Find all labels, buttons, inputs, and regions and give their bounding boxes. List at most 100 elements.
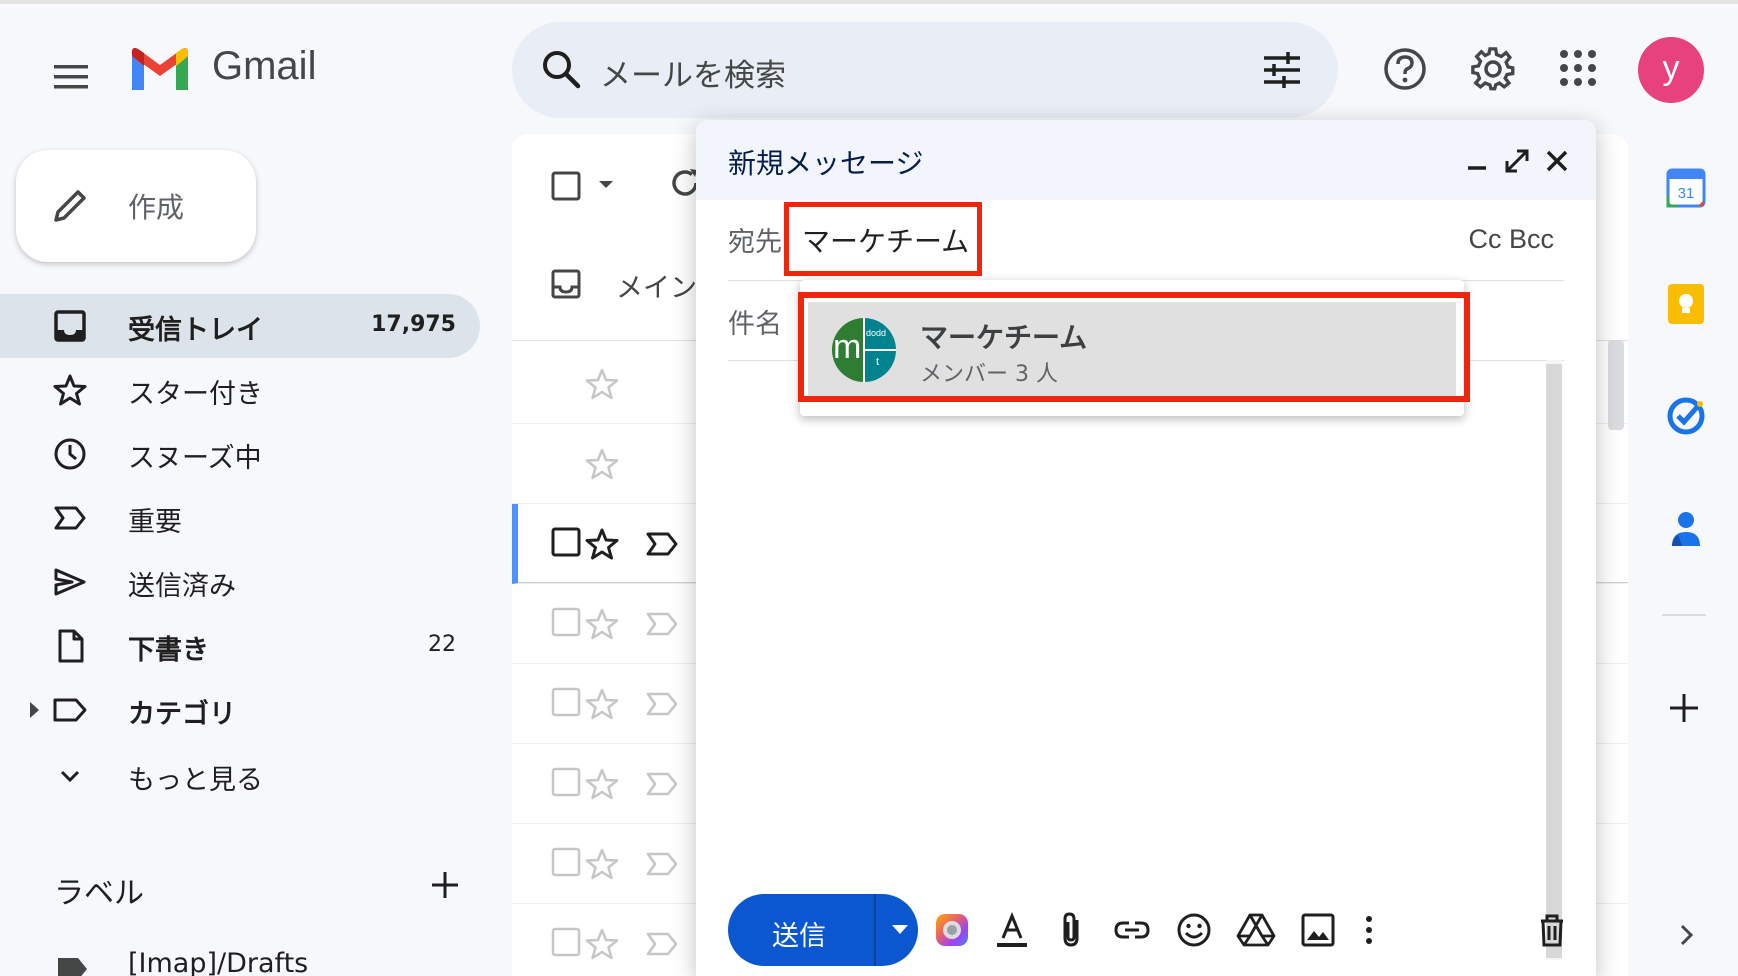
sidebar-item-important[interactable]: 重要 bbox=[0, 486, 480, 550]
contacts-icon[interactable] bbox=[1664, 506, 1708, 550]
send-label: 送信 bbox=[772, 921, 826, 952]
sidebar-item-starred[interactable]: スター付き bbox=[0, 358, 480, 422]
compose-header[interactable]: 新規メッセージ bbox=[696, 120, 1596, 200]
sidebar-item-label: スヌーズ中 bbox=[128, 443, 262, 474]
send-icon bbox=[52, 564, 88, 600]
star-icon[interactable] bbox=[584, 366, 620, 402]
trash-icon[interactable] bbox=[1532, 910, 1572, 950]
gmail-logo-icon[interactable] bbox=[128, 46, 192, 94]
chevron-right-icon[interactable] bbox=[1670, 918, 1704, 952]
row-checkbox[interactable] bbox=[550, 766, 582, 798]
suggestion-highlight bbox=[798, 292, 1470, 402]
compose-label: 作成 bbox=[128, 191, 185, 224]
window-top-border bbox=[0, 0, 1738, 4]
help-icon[interactable] bbox=[1382, 46, 1428, 92]
star-icon[interactable] bbox=[584, 766, 620, 802]
account-avatar[interactable]: y bbox=[1638, 37, 1704, 103]
file-icon bbox=[52, 628, 88, 664]
drafts-count: 22 bbox=[428, 632, 456, 657]
important-icon[interactable] bbox=[644, 526, 680, 562]
send-options-caret-icon[interactable] bbox=[892, 925, 908, 934]
tasks-icon[interactable] bbox=[1664, 394, 1708, 438]
row-checkbox[interactable] bbox=[550, 846, 582, 878]
sidebar-item-label: もっと見る bbox=[128, 765, 263, 796]
important-icon[interactable] bbox=[644, 606, 680, 642]
more-options-icon[interactable] bbox=[1354, 910, 1384, 950]
to-field-highlight bbox=[784, 202, 982, 276]
keep-icon[interactable] bbox=[1664, 282, 1708, 326]
app-name[interactable]: Gmail bbox=[212, 44, 316, 89]
mail-list-scrollbar[interactable] bbox=[1608, 340, 1624, 430]
sidebar-item-label: 受信トレイ bbox=[128, 315, 263, 346]
sidebar-item-label: カテゴリ bbox=[128, 699, 236, 730]
pencil-icon bbox=[50, 186, 90, 226]
chevron-down-icon bbox=[52, 758, 88, 794]
expand-icon[interactable] bbox=[1502, 146, 1532, 176]
sidebar-item-sent[interactable]: 送信済み bbox=[0, 550, 480, 614]
search-bar[interactable]: メールを検索 bbox=[512, 22, 1338, 118]
row-checkbox[interactable] bbox=[550, 606, 582, 638]
side-panel-divider bbox=[1662, 614, 1706, 616]
tab-primary[interactable]: メイン bbox=[616, 266, 697, 305]
expand-caret-icon[interactable] bbox=[30, 702, 39, 718]
link-icon[interactable] bbox=[1112, 910, 1152, 950]
search-options-icon[interactable] bbox=[1260, 48, 1304, 92]
main-menu-icon[interactable] bbox=[50, 55, 94, 99]
ai-assist-icon[interactable] bbox=[932, 910, 972, 950]
cc-bcc-link[interactable]: Cc Bcc bbox=[1468, 224, 1554, 255]
drive-icon[interactable] bbox=[1236, 910, 1276, 950]
settings-gear-icon[interactable] bbox=[1470, 46, 1516, 92]
attachment-icon[interactable] bbox=[1052, 910, 1092, 950]
sidebar-item-label: 送信済み bbox=[128, 571, 236, 602]
sidebar-item-drafts[interactable]: 下書き 22 bbox=[0, 614, 480, 678]
star-icon[interactable] bbox=[584, 526, 620, 562]
select-all-checkbox[interactable] bbox=[550, 170, 582, 202]
important-icon[interactable] bbox=[644, 686, 680, 722]
star-icon[interactable] bbox=[584, 926, 620, 962]
subject-field[interactable]: 件名 bbox=[728, 302, 782, 341]
compose-button[interactable]: 作成 bbox=[16, 150, 256, 262]
clock-icon bbox=[52, 436, 88, 472]
sidebar-item-inbox[interactable]: 受信トレイ 17,975 bbox=[0, 294, 480, 358]
star-icon[interactable] bbox=[584, 846, 620, 882]
to-label: 宛先 bbox=[728, 227, 782, 258]
insert-photo-icon[interactable] bbox=[1298, 910, 1338, 950]
important-icon bbox=[52, 500, 88, 536]
star-icon[interactable] bbox=[584, 446, 620, 482]
label-item-name: [Imap]/Drafts bbox=[128, 948, 309, 976]
label-item-imap-drafts[interactable]: [Imap]/Drafts bbox=[0, 944, 480, 976]
sidebar-item-label: 重要 bbox=[128, 507, 182, 538]
important-icon[interactable] bbox=[644, 926, 680, 962]
body-scrollbar[interactable] bbox=[1546, 364, 1562, 958]
star-icon[interactable] bbox=[584, 686, 620, 722]
svg-text:31: 31 bbox=[1678, 185, 1695, 202]
select-caret-icon[interactable] bbox=[596, 178, 616, 192]
sidebar-item-label: スター付き bbox=[128, 379, 263, 410]
minimize-icon[interactable] bbox=[1462, 146, 1492, 176]
close-icon[interactable] bbox=[1542, 146, 1572, 176]
label-icon bbox=[52, 692, 88, 728]
row-checkbox[interactable] bbox=[550, 686, 582, 718]
sidebar-item-more[interactable]: もっと見る bbox=[0, 744, 480, 808]
row-checkbox[interactable] bbox=[550, 526, 582, 558]
sidebar-item-snoozed[interactable]: スヌーズ中 bbox=[0, 422, 480, 486]
search-input[interactable]: メールを検索 bbox=[600, 50, 786, 95]
inbox-icon bbox=[52, 308, 88, 344]
add-addon-icon[interactable] bbox=[1664, 688, 1704, 728]
important-icon[interactable] bbox=[644, 846, 680, 882]
label-filled-icon bbox=[56, 952, 90, 976]
add-label-icon[interactable] bbox=[428, 868, 462, 902]
send-button[interactable]: 送信 bbox=[728, 894, 918, 966]
labels-heading: ラベル bbox=[54, 876, 144, 911]
compose-title: 新規メッセージ bbox=[728, 147, 924, 180]
search-icon[interactable] bbox=[538, 46, 586, 94]
star-icon bbox=[52, 372, 88, 408]
star-icon[interactable] bbox=[584, 606, 620, 642]
apps-grid-icon[interactable] bbox=[1556, 46, 1600, 90]
sidebar-item-categories[interactable]: カテゴリ bbox=[0, 678, 480, 742]
emoji-icon[interactable] bbox=[1174, 910, 1214, 950]
calendar-icon[interactable]: 31 bbox=[1664, 166, 1708, 210]
row-checkbox[interactable] bbox=[550, 926, 582, 958]
important-icon[interactable] bbox=[644, 766, 680, 802]
text-format-icon[interactable] bbox=[992, 910, 1032, 950]
